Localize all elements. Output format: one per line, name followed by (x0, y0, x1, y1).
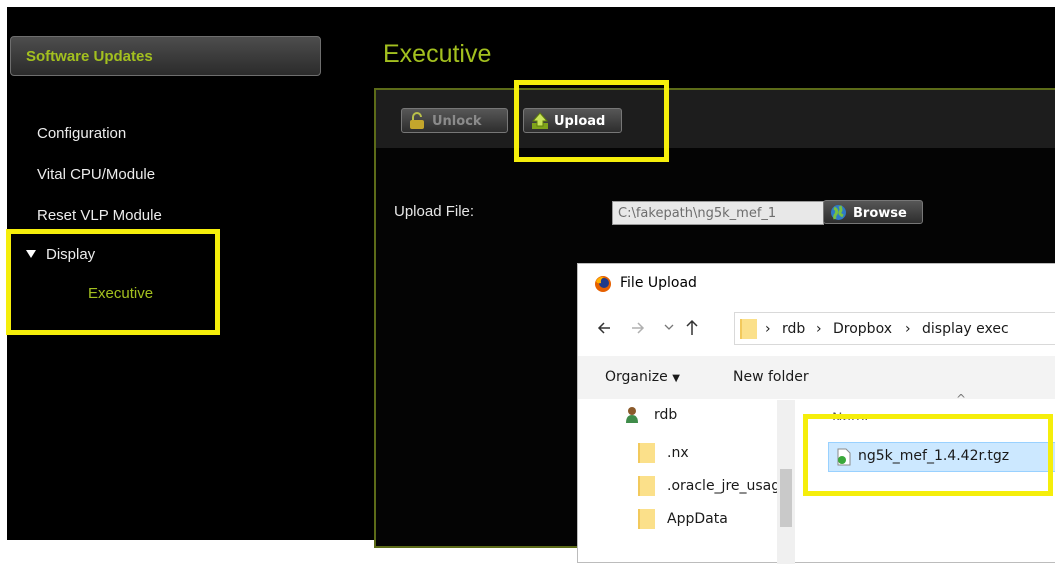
folder-icon (740, 319, 757, 339)
tree-item-oracle-jre-usage[interactable]: .oracle_jre_usag (667, 478, 777, 494)
breadcrumb-rdb[interactable]: rdb (782, 321, 805, 337)
breadcrumb-separator: › (905, 321, 911, 337)
recent-locations-chevron-icon[interactable] (664, 322, 674, 332)
sidebar-item-executive[interactable]: Executive (88, 285, 153, 302)
tree-scrollbar-thumb[interactable] (780, 469, 792, 527)
sidebar-item-vital-cpu-module[interactable]: Vital CPU/Module (37, 166, 155, 183)
up-arrow-icon[interactable] (684, 318, 700, 336)
unlock-label: Unlock (432, 114, 482, 129)
dialog-title-bar[interactable]: File Upload (578, 264, 1055, 304)
organize-label: Organize (605, 369, 668, 385)
software-updates-header[interactable]: Software Updates (10, 36, 321, 76)
tree-item-rdb[interactable]: rdb (654, 407, 677, 423)
tree-item-nx[interactable]: .nx (667, 445, 689, 461)
sidebar-item-display[interactable]: Display (26, 246, 95, 263)
folder-icon (638, 443, 655, 463)
browse-button[interactable]: Browse (823, 200, 923, 224)
tree-item-appdata[interactable]: AppData (667, 511, 728, 527)
sort-caret-icon: ^ (956, 392, 967, 406)
globe-icon (831, 205, 846, 220)
address-bar[interactable]: › rdb › Dropbox › display exec (734, 312, 1055, 345)
expand-triangle-icon[interactable] (26, 250, 36, 258)
file-name: ng5k_mef_1.4.42r.tgz (858, 448, 1010, 464)
upload-label: Upload (554, 114, 606, 129)
back-arrow-icon[interactable] (596, 320, 612, 336)
breadcrumb-separator: › (816, 321, 822, 337)
folder-icon (638, 509, 655, 529)
browse-label: Browse (853, 206, 907, 221)
command-bar: Organize ▼ New folder (578, 356, 1055, 399)
page-title: Executive (383, 40, 492, 68)
forward-arrow-icon[interactable] (630, 320, 646, 336)
upload-button[interactable]: Upload (523, 108, 622, 133)
upload-icon (531, 112, 549, 129)
firefox-icon (595, 276, 611, 292)
tgz-file-icon (837, 448, 851, 466)
folder-icon (638, 476, 655, 496)
address-bar-row: › rdb › Dropbox › display exec (578, 312, 1055, 346)
upload-file-label: Upload File: (394, 203, 475, 220)
breadcrumb-separator: › (765, 321, 771, 337)
dialog-title: File Upload (620, 275, 697, 291)
dropdown-caret-icon: ▼ (672, 373, 680, 384)
sidebar-item-configuration[interactable]: Configuration (37, 125, 126, 142)
breadcrumb-display-exec[interactable]: display exec (922, 321, 1009, 337)
lock-icon (410, 112, 424, 129)
sidebar-item-reset-vlp-module[interactable]: Reset VLP Module (37, 207, 162, 224)
organize-menu[interactable]: Organize ▼ (605, 369, 680, 385)
upload-file-path-field[interactable] (612, 201, 824, 225)
sidebar-item-display-label: Display (46, 246, 96, 263)
breadcrumb-dropbox[interactable]: Dropbox (833, 321, 892, 337)
file-upload-dialog: File Upload › rdb › Dropbox › display ex… (577, 263, 1055, 564)
unlock-button[interactable]: Unlock (401, 108, 508, 133)
user-folder-icon (626, 407, 638, 423)
name-column-header[interactable]: Name (832, 411, 873, 420)
file-row[interactable]: ng5k_mef_1.4.42r.tgz (828, 442, 1055, 472)
new-folder-button[interactable]: New folder (733, 369, 809, 385)
